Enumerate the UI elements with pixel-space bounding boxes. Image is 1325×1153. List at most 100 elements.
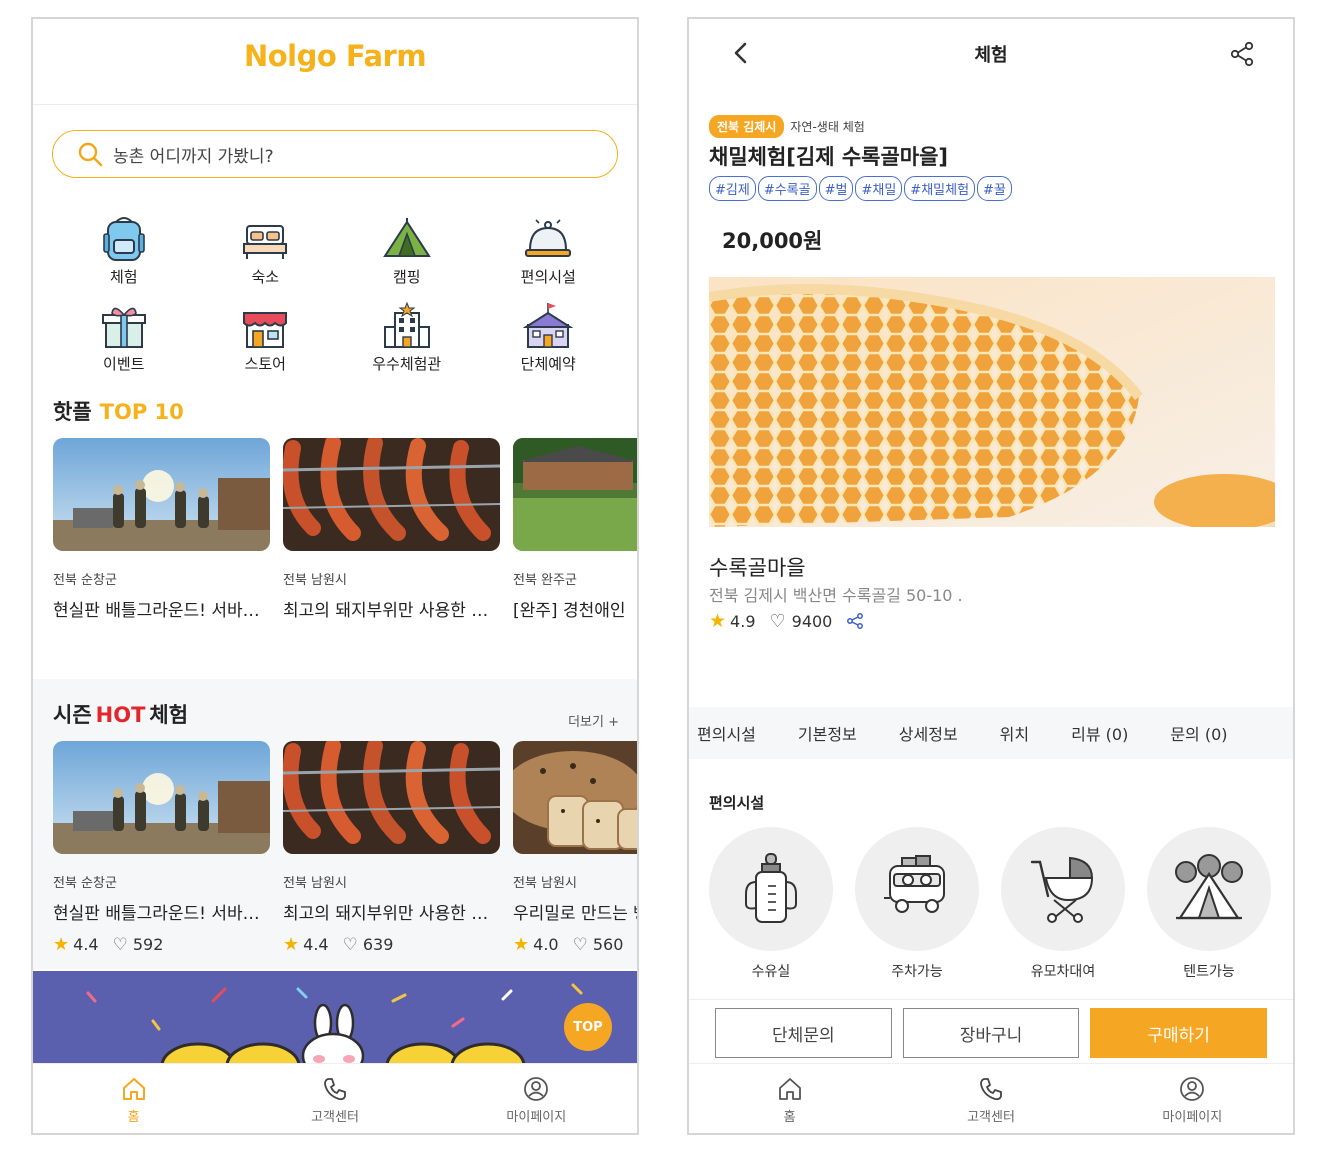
top10-card[interactable]: 전북 남원시 최고의 돼지부위만 사용한 소시지 만들기 (283, 438, 500, 621)
home-icon (122, 1078, 145, 1100)
tent-icon (382, 218, 431, 257)
camping-tent-icon (1175, 854, 1243, 920)
facility-circle (1147, 827, 1271, 951)
category-camping[interactable]: 캠핑 (336, 214, 478, 287)
card-meta: ★ 4.4 ♡ 639 (283, 934, 500, 955)
card-likes: 592 (132, 935, 164, 954)
tab-inquiry[interactable]: 문의 (0) (1170, 721, 1227, 745)
tab-details[interactable]: 상세정보 (899, 721, 958, 745)
buy-button[interactable]: 구매하기 (1090, 1008, 1268, 1058)
facility-label: 수유실 (751, 964, 791, 980)
card-region: 전북 남원시 (513, 876, 577, 891)
top10-card[interactable]: 전북 완주군 [완주] 경천애인 (513, 438, 637, 621)
nav-customer-center[interactable]: 고객센터 (234, 1064, 435, 1133)
category-label: 숙소 (251, 268, 280, 286)
product-category-row: 전북 김제시 자연-생태 체험 (709, 115, 865, 138)
facility-label: 유모차대여 (1030, 964, 1096, 980)
phone-icon (980, 1078, 1002, 1101)
tab-reviews[interactable]: 리뷰 (0) (1071, 721, 1128, 745)
tag[interactable]: #벌 (818, 176, 854, 201)
region-badge: 전북 김제시 (709, 115, 785, 138)
place-name: 수록골마을 (709, 556, 806, 580)
top10-card[interactable]: 전북 순창군 현실판 배틀그라운드! 서바이벌 체험 (53, 438, 270, 621)
star-icon: ★ (709, 610, 727, 632)
tag[interactable]: #김제 (709, 176, 756, 201)
heart-icon[interactable]: ♡ (113, 935, 128, 955)
nav-label: 마이페이지 (506, 1110, 567, 1125)
category-experience[interactable]: 체험 (53, 214, 195, 287)
hotplace-title-accent: TOP 10 (99, 400, 184, 424)
nav-home[interactable]: 홈 (33, 1064, 234, 1133)
season-card[interactable]: 전북 순창군 현실판 배틀그라운드! 서바이벌 체험 ★4.4 ♡592 (53, 741, 270, 955)
share-icon[interactable] (846, 612, 864, 630)
nav-label: 홈 (783, 1110, 796, 1125)
top10-carousel[interactable]: 전북 순창군 현실판 배틀그라운드! 서바이벌 체험 전북 남원시 최고의 돼지… (53, 438, 637, 621)
place-meta: ★ 4.9 ♡ 9400 (709, 610, 864, 632)
facility-nursing-room: 수유실 (709, 827, 833, 981)
category-facilities[interactable]: 편의시설 (478, 214, 620, 287)
category-event[interactable]: 이벤트 (53, 301, 195, 374)
product-price: 20,000원 (722, 229, 823, 253)
product-detail-screen: 체험 전북 김제시 자연-생태 체험 채밀체험[김제 수록골마을] #김제 #수… (687, 17, 1295, 1135)
nav-mypage[interactable]: 마이페이지 (1092, 1064, 1293, 1133)
category-store[interactable]: 스토어 (195, 301, 337, 374)
tab-basic-info[interactable]: 기본정보 (798, 721, 857, 745)
facility-label: 텐트가능 (1183, 964, 1235, 980)
phone-icon (324, 1078, 346, 1101)
card-region: 전북 남원시 (283, 573, 347, 588)
nav-customer-center[interactable]: 고객센터 (890, 1064, 1091, 1133)
tag[interactable]: #채밀체험 (904, 176, 976, 201)
tag[interactable]: #채밀 (855, 176, 903, 201)
nav-label: 홈 (127, 1110, 140, 1125)
season-carousel[interactable]: 전북 순창군 현실판 배틀그라운드! 서바이벌 체험 ★4.4 ♡592 전북 … (53, 741, 637, 955)
star-icon: ★ (513, 934, 530, 955)
event-banner[interactable] (33, 971, 637, 1065)
tab-location[interactable]: 위치 (1000, 721, 1029, 745)
tab-facilities[interactable]: 편의시설 (697, 721, 756, 745)
more-link[interactable]: 더보기 + (568, 711, 619, 730)
facilities-list: 수유실 주차가능 유모차대여 텐트가능 (709, 827, 1271, 981)
category-lodging[interactable]: 숙소 (195, 214, 337, 287)
search-icon (78, 142, 103, 167)
card-rating: 4.4 (73, 935, 99, 954)
group-inquiry-button[interactable]: 단체문의 (715, 1008, 892, 1058)
cart-button[interactable]: 장바구니 (902, 1008, 1080, 1058)
nav-home[interactable]: 홈 (689, 1064, 890, 1133)
star-icon: ★ (283, 934, 300, 955)
category-excellent-center[interactable]: 우수체험관 (336, 301, 478, 374)
heart-icon[interactable]: ♡ (573, 935, 588, 955)
season-card[interactable]: 전북 남원시 우리밀로 만드는 빵 ★ 4.0 ♡ 560 (513, 741, 637, 955)
place-rating: 4.9 (730, 611, 756, 631)
nav-mypage[interactable]: 마이페이지 (436, 1064, 637, 1133)
facility-stroller-rental: 유모차대여 (1001, 827, 1125, 981)
backpack-icon (102, 217, 145, 261)
search-input[interactable]: 농촌 어디까지 가봤니? (113, 142, 274, 167)
card-title: 최고의 돼지부위만 사용한 소시지 만들기 (283, 601, 500, 621)
category-group-booking[interactable]: 단체예약 (478, 301, 620, 374)
season-card[interactable]: 전북 남원시 최고의 돼지부위만 사용한 소시지 만들기 ★4.4 ♡639 (283, 741, 500, 955)
facility-label: 주차가능 (891, 964, 943, 980)
card-image-bread (513, 741, 637, 854)
page-title: 체험 (974, 45, 1008, 66)
tag[interactable]: #꿀 (977, 176, 1012, 201)
share-icon[interactable] (1229, 41, 1255, 67)
action-bar: 단체문의 장바구니 구매하기 (689, 999, 1293, 1067)
category-label: 단체예약 (520, 355, 576, 373)
heart-icon[interactable]: ♡ (770, 611, 786, 632)
product-title: 채밀체험[김제 수록골마을] (709, 145, 949, 169)
bed-icon (243, 225, 288, 259)
facility-circle (855, 827, 979, 951)
facility-circle (709, 827, 833, 951)
heart-icon[interactable]: ♡ (343, 935, 358, 955)
tag[interactable]: #수록골 (757, 176, 817, 201)
app-logo[interactable]: Nolgo Farm (33, 39, 637, 73)
nav-label: 고객센터 (967, 1110, 1015, 1125)
nav-label: 고객센터 (311, 1110, 359, 1125)
stroller-icon (1030, 856, 1094, 923)
category-grid: 체험 숙소 캠핑 편의시설 이벤트 스토어 우수체험관 단체예약 (53, 214, 619, 374)
product-image-honeycomb (709, 277, 1275, 527)
card-image-survival (53, 741, 270, 854)
scroll-top-button[interactable]: TOP (564, 1003, 612, 1051)
card-title: 현실판 배틀그라운드! 서바이벌 체험 (53, 601, 270, 621)
search-bar[interactable]: 농촌 어디까지 가봤니? (52, 130, 618, 178)
